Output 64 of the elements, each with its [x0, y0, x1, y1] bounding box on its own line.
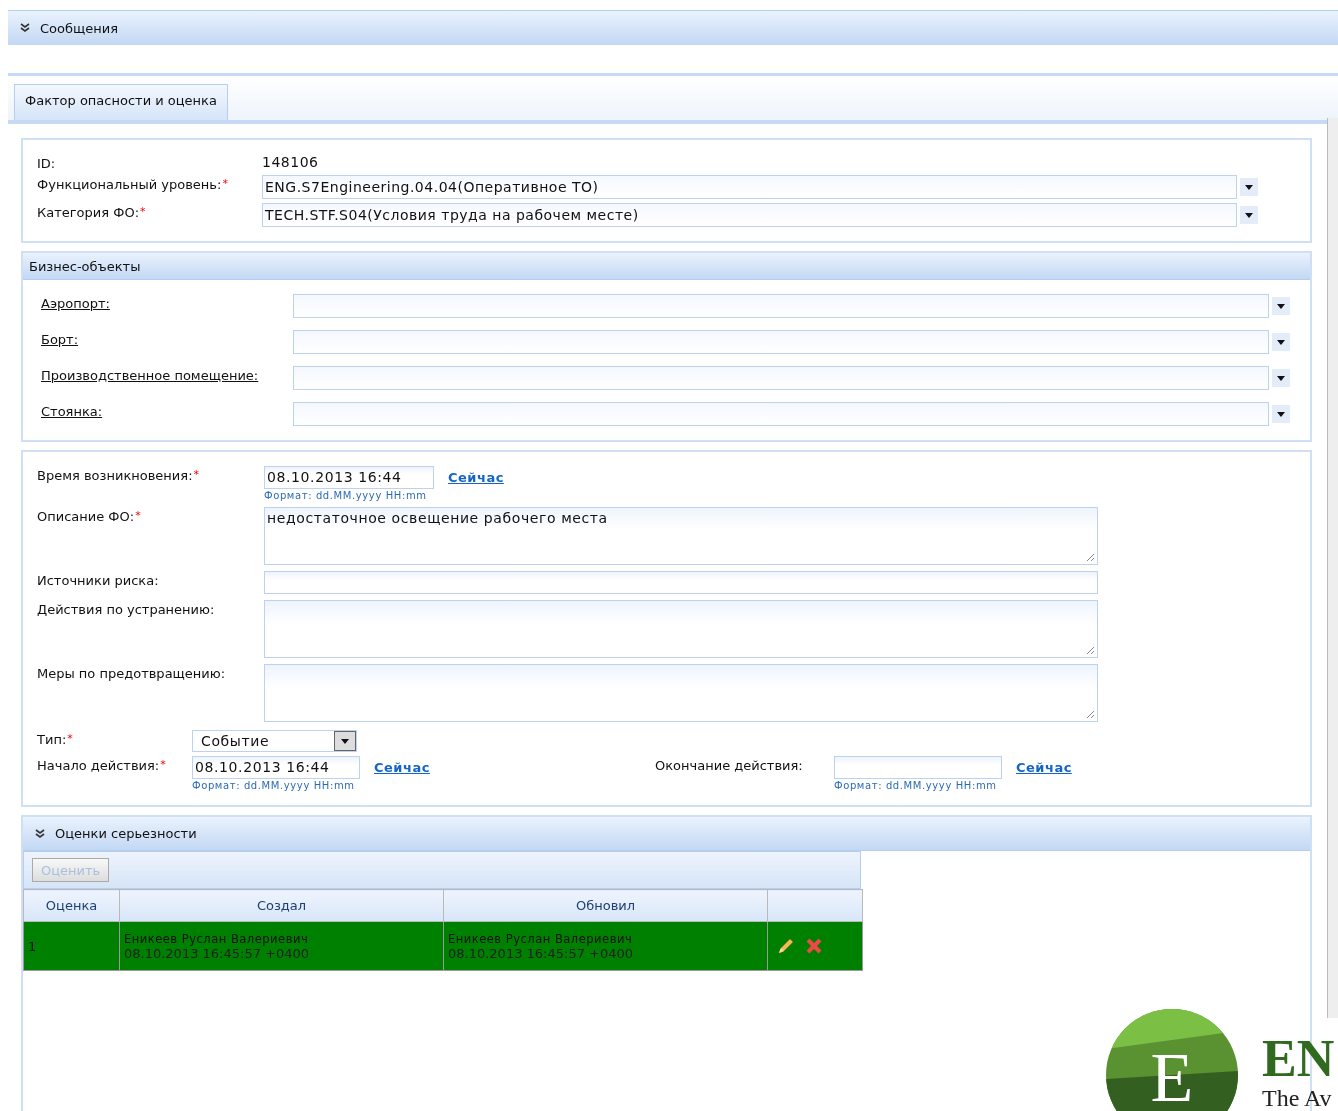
- select-field[interactable]: TECH.STF.S04(Условия труда на рабочем месте): [262, 203, 1237, 227]
- object-link[interactable]: Производственное помещение:: [41, 366, 293, 383]
- resize-grip-icon[interactable]: [1085, 709, 1095, 719]
- object-link[interactable]: Стоянка:: [41, 402, 293, 419]
- date-field[interactable]: 08.10.2013 16:44: [264, 466, 434, 489]
- logo-tagline: The Av: [1262, 1085, 1333, 1111]
- required-mark: *: [160, 758, 166, 771]
- collapse-icon[interactable]: [20, 23, 30, 33]
- object-link[interactable]: Аэропорт:: [41, 294, 293, 311]
- field-label: Начало действия:*: [37, 757, 167, 773]
- text-area[interactable]: недостаточное освещение рабочего места: [264, 507, 1098, 565]
- select-field[interactable]: ENG.S7Engineering.04.04(Оперативное ТО): [262, 175, 1237, 199]
- field-label: Время возникновения:*: [37, 467, 201, 483]
- section-title: Оценки серьезности: [55, 826, 197, 841]
- select-field[interactable]: [293, 330, 1269, 354]
- field-label: Категория ФО:*: [37, 204, 147, 220]
- resize-grip-icon[interactable]: [1085, 552, 1095, 562]
- resize-grip-icon[interactable]: [1085, 645, 1095, 655]
- input-field[interactable]: [264, 571, 1098, 594]
- pencil-icon[interactable]: [776, 936, 796, 956]
- now-link[interactable]: Сейчас: [1016, 760, 1072, 775]
- date-field[interactable]: [834, 756, 1002, 779]
- updated-at: 08.10.2013 16:45:57 +0400: [448, 945, 635, 961]
- field-label: Окончание действия:: [655, 757, 804, 773]
- updated-by: Еникеев Руслан Валериевич: [448, 931, 634, 946]
- id-value: 148106: [262, 154, 320, 170]
- format-hint: Формат: dd.MM.yyyy HH:mm: [192, 780, 356, 791]
- field-label: Источники риска:: [37, 572, 160, 588]
- now-link[interactable]: Сейчас: [374, 760, 430, 775]
- column-header[interactable]: Обновил: [443, 889, 768, 922]
- required-mark: *: [193, 468, 200, 481]
- tab[interactable]: Фактор опасности и оценка: [14, 84, 228, 120]
- select-field[interactable]: [293, 366, 1269, 390]
- required-mark: *: [140, 205, 146, 218]
- messages-header[interactable]: Сообщения: [8, 10, 1338, 45]
- object-link[interactable]: Борт:: [41, 330, 293, 347]
- table-row[interactable]: 1 Еникеев Руслан Валериевич 08.10.2013 16:45:57 +0400 Еникеев Руслан Валериевич 08.10.2013 16:45:57 +0400: [23, 921, 863, 971]
- field-label: Меры по предотвращению:: [37, 665, 227, 681]
- now-link[interactable]: Сейчас: [448, 470, 504, 485]
- select-field[interactable]: [293, 294, 1269, 318]
- field-label: Описание ФО:*: [37, 508, 142, 524]
- type-select[interactable]: Событие: [192, 730, 357, 752]
- logo-name: EN: [1262, 1033, 1335, 1085]
- created-by: Еникеев Руслан Валериевич: [124, 931, 310, 946]
- collapse-icon[interactable]: [35, 828, 45, 839]
- section-title: Бизнес-объекты: [29, 258, 141, 274]
- column-header[interactable]: Оценка: [23, 889, 120, 922]
- format-hint: Формат: dd.MM.yyyy HH:mm: [834, 780, 998, 791]
- required-mark: *: [222, 177, 228, 190]
- required-mark: *: [67, 732, 73, 745]
- field-label: Действия по устранению:: [37, 601, 216, 617]
- select-field[interactable]: [293, 402, 1269, 426]
- header-title: Сообщения: [40, 20, 118, 36]
- score-cell: 1: [28, 938, 37, 954]
- created-at: 08.10.2013 16:45:57 +0400: [124, 945, 311, 961]
- format-hint: Формат: dd.MM.yyyy HH:mm: [264, 490, 428, 501]
- field-label: Тип:*: [37, 731, 74, 747]
- date-field[interactable]: 08.10.2013 16:44: [192, 756, 360, 779]
- scrollbar[interactable]: [1327, 118, 1338, 1018]
- field-label: ID:: [37, 155, 57, 171]
- column-header[interactable]: Создал: [119, 889, 444, 922]
- required-mark: *: [135, 509, 141, 522]
- section-header[interactable]: Оценки серьезности: [23, 817, 1310, 851]
- field-label: Функциональный уровень:*: [37, 176, 229, 192]
